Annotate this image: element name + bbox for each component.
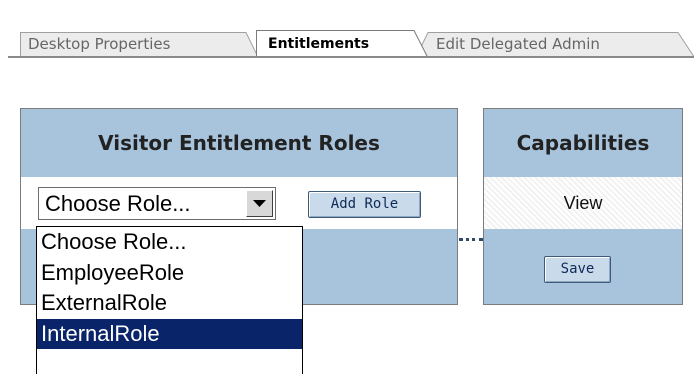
tab-label: Edit Delegated Admin xyxy=(436,35,600,53)
role-dropdown-list: Choose Role... EmployeeRole ExternalRole… xyxy=(36,226,303,374)
dropdown-option-choose-role[interactable]: Choose Role... xyxy=(37,227,302,258)
chevron-down-icon xyxy=(253,200,266,207)
tab-label: Desktop Properties xyxy=(28,35,171,53)
add-role-button[interactable]: Add Role xyxy=(308,191,421,218)
tab-divider xyxy=(8,56,694,58)
dropdown-option-internal-role[interactable]: InternalRole xyxy=(37,318,302,349)
tab-bar: Desktop Properties Edit Delegated Admin … xyxy=(0,0,694,70)
capability-view: View xyxy=(484,177,682,229)
role-select-value: Choose Role... xyxy=(45,191,191,216)
role-select[interactable]: Choose Role... xyxy=(38,187,276,220)
tab-desktop-properties[interactable]: Desktop Properties xyxy=(20,32,258,57)
capabilities-panel: Capabilities View Save xyxy=(483,108,683,305)
dropdown-option-external-role[interactable]: ExternalRole xyxy=(37,288,302,319)
save-button[interactable]: Save xyxy=(544,256,611,283)
connector-line xyxy=(459,238,483,241)
dropdown-option-employee-role[interactable]: EmployeeRole xyxy=(37,258,302,289)
tab-label: Entitlements xyxy=(268,36,370,52)
dropdown-arrow-button[interactable] xyxy=(246,190,273,217)
capabilities-panel-title: Capabilities xyxy=(484,109,682,177)
tab-edit-delegated-admin[interactable]: Edit Delegated Admin xyxy=(416,32,694,57)
tab-entitlements[interactable]: Entitlements xyxy=(256,30,428,58)
role-selection-row: Choose Role... Add Role xyxy=(21,177,457,229)
roles-panel-title: Visitor Entitlement Roles xyxy=(21,109,457,177)
